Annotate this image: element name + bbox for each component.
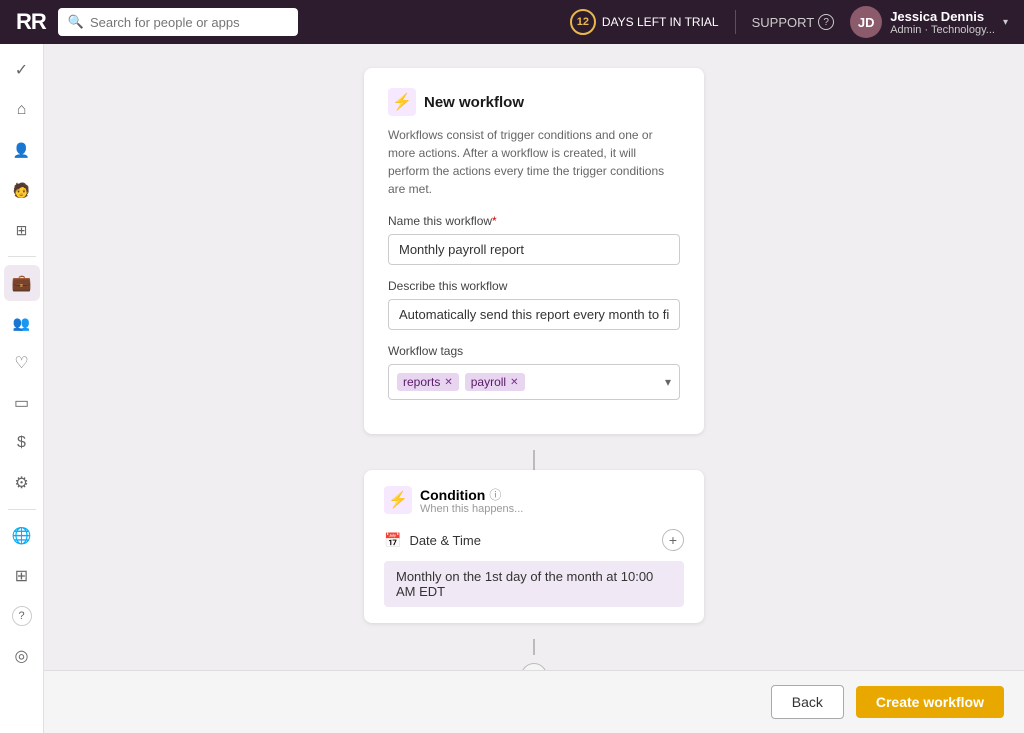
- sidebar-item-briefcase[interactable]: 💼: [4, 265, 40, 301]
- tag-reports-remove[interactable]: ✕: [444, 377, 452, 388]
- condition-info: Condition ⓘ When this happens...: [420, 486, 684, 515]
- tag-payroll-remove[interactable]: ✕: [510, 377, 518, 388]
- help-icon: ?: [12, 606, 32, 626]
- main-canvas: ⚡ New workflow Workflows consist of trig…: [44, 44, 1024, 733]
- datetime-value: Monthly on the 1st day of the month at 1…: [384, 561, 684, 607]
- sidebar-item-target[interactable]: ◎: [4, 638, 40, 674]
- user-name: Jessica Dennis: [890, 9, 995, 24]
- condition-subtitle: When this happens...: [420, 503, 684, 515]
- user-role: Admin · Technology...: [890, 24, 995, 36]
- sidebar-item-help[interactable]: ?: [4, 598, 40, 634]
- workflow-desc-label: Describe this workflow: [388, 279, 680, 293]
- support-button[interactable]: SUPPORT ?: [752, 14, 835, 30]
- topnav: RR 🔍 12 DAYS LEFT IN TRIAL SUPPORT ? JD …: [0, 0, 1024, 44]
- back-button[interactable]: Back: [771, 685, 844, 719]
- logo: RR: [16, 9, 46, 35]
- user-details: Jessica Dennis Admin · Technology...: [890, 9, 995, 36]
- create-workflow-button[interactable]: Create workflow: [856, 686, 1004, 718]
- tag-reports-text: reports: [403, 375, 440, 389]
- condition-header: ⚡ Condition ⓘ When this happens...: [384, 486, 684, 515]
- workflow-card-title: New workflow: [424, 94, 524, 111]
- workflow-name-input[interactable]: [388, 234, 680, 265]
- sidebar-item-board[interactable]: ▭: [4, 385, 40, 421]
- globe-icon: 🌐: [12, 526, 32, 546]
- add-user-icon: 👤: [13, 142, 30, 159]
- name-label-text: Name this workflow: [388, 214, 492, 228]
- board-icon: ▭: [14, 393, 29, 413]
- workflow-desc-group: Describe this workflow: [388, 279, 680, 330]
- sidebar-item-heart[interactable]: ♡: [4, 345, 40, 381]
- workflow-name-group: Name this workflow*: [388, 214, 680, 265]
- tags-chevron-icon[interactable]: ▾: [665, 375, 671, 389]
- workflow-card-desc: Workflows consist of trigger conditions …: [388, 126, 680, 198]
- heart-icon: ♡: [14, 353, 28, 373]
- sidebar-item-person[interactable]: 🧑: [4, 172, 40, 208]
- bolt-icon: ⚡: [388, 88, 416, 116]
- apps-icon: ⊞: [15, 566, 28, 586]
- search-icon: 🔍: [68, 14, 84, 30]
- divider: [735, 10, 736, 34]
- card-header: ⚡ New workflow: [388, 88, 680, 116]
- datetime-add-button[interactable]: +: [662, 529, 684, 551]
- required-asterisk: *: [492, 214, 497, 228]
- canvas-area: ⚡ New workflow Workflows consist of trig…: [68, 68, 1000, 733]
- workflow-desc-input[interactable]: [388, 299, 680, 330]
- sidebar-item-gear[interactable]: ⚙: [4, 465, 40, 501]
- sidebar-item-apps[interactable]: ⊞: [4, 558, 40, 594]
- trial-days-circle: 12: [570, 9, 596, 35]
- calendar-icon: 📅: [384, 532, 401, 549]
- trial-label: DAYS LEFT IN TRIAL: [602, 15, 719, 29]
- check-icon: ✓: [15, 60, 28, 80]
- org-icon: ⊞: [16, 222, 28, 239]
- target-icon: ◎: [15, 646, 29, 666]
- sidebar-item-home[interactable]: ⌂: [4, 92, 40, 128]
- workflow-tags-group: Workflow tags reports ✕ payroll ✕ ▾: [388, 344, 680, 400]
- sidebar-divider-1: [8, 256, 36, 257]
- datetime-label: Date & Time: [409, 533, 654, 548]
- sidebar-item-people[interactable]: 👥: [4, 305, 40, 341]
- sidebar-item-dollar[interactable]: $: [4, 425, 40, 461]
- dollar-icon: $: [17, 434, 26, 452]
- tags-label: Workflow tags: [388, 344, 680, 358]
- search-bar[interactable]: 🔍: [58, 8, 298, 36]
- trial-badge: 12 DAYS LEFT IN TRIAL: [570, 9, 719, 35]
- tag-reports: reports ✕: [397, 373, 459, 391]
- condition-bolt-icon: ⚡: [384, 486, 412, 514]
- tag-payroll-text: payroll: [471, 375, 506, 389]
- chevron-down-icon: ▾: [1003, 17, 1008, 28]
- support-label: SUPPORT: [752, 15, 815, 30]
- person-icon: 🧑: [13, 182, 30, 199]
- search-input[interactable]: [90, 15, 288, 30]
- condition-card: ⚡ Condition ⓘ When this happens... 📅 Dat…: [364, 470, 704, 623]
- user-avatar: JD: [850, 6, 882, 38]
- sidebar-item-globe[interactable]: 🌐: [4, 518, 40, 554]
- condition-title: Condition: [420, 487, 485, 503]
- home-icon: ⌂: [17, 101, 27, 119]
- user-info[interactable]: JD Jessica Dennis Admin · Technology... …: [850, 6, 1008, 38]
- connector-1: [533, 450, 535, 470]
- sidebar-divider-2: [8, 509, 36, 510]
- footer-buttons: Back Create workflow: [44, 670, 1024, 733]
- gear-icon: ⚙: [14, 473, 28, 493]
- avatar-initials: JD: [858, 15, 875, 30]
- datetime-row: 📅 Date & Time +: [384, 529, 684, 551]
- new-workflow-card: ⚡ New workflow Workflows consist of trig…: [364, 68, 704, 434]
- briefcase-icon: 💼: [12, 273, 32, 293]
- sidebar-item-check[interactable]: ✓: [4, 52, 40, 88]
- sidebar-item-org[interactable]: ⊞: [4, 212, 40, 248]
- vert-line-2: [533, 639, 535, 655]
- tags-container[interactable]: reports ✕ payroll ✕ ▾: [388, 364, 680, 400]
- logo-text: RR: [16, 9, 46, 35]
- condition-info-icon[interactable]: ⓘ: [489, 486, 501, 503]
- vert-line-1: [533, 450, 535, 470]
- tag-payroll: payroll ✕: [465, 373, 525, 391]
- topnav-right: 12 DAYS LEFT IN TRIAL SUPPORT ? JD Jessi…: [570, 6, 1008, 38]
- sidebar: ✓ ⌂ 👤 🧑 ⊞ 💼 👥 ♡ ▭ $ ⚙ 🌐 ⊞ ? ◎: [0, 44, 44, 733]
- question-icon: ?: [818, 14, 834, 30]
- sidebar-item-add-user[interactable]: 👤: [4, 132, 40, 168]
- people-icon: 👥: [13, 315, 30, 332]
- workflow-name-label: Name this workflow*: [388, 214, 680, 228]
